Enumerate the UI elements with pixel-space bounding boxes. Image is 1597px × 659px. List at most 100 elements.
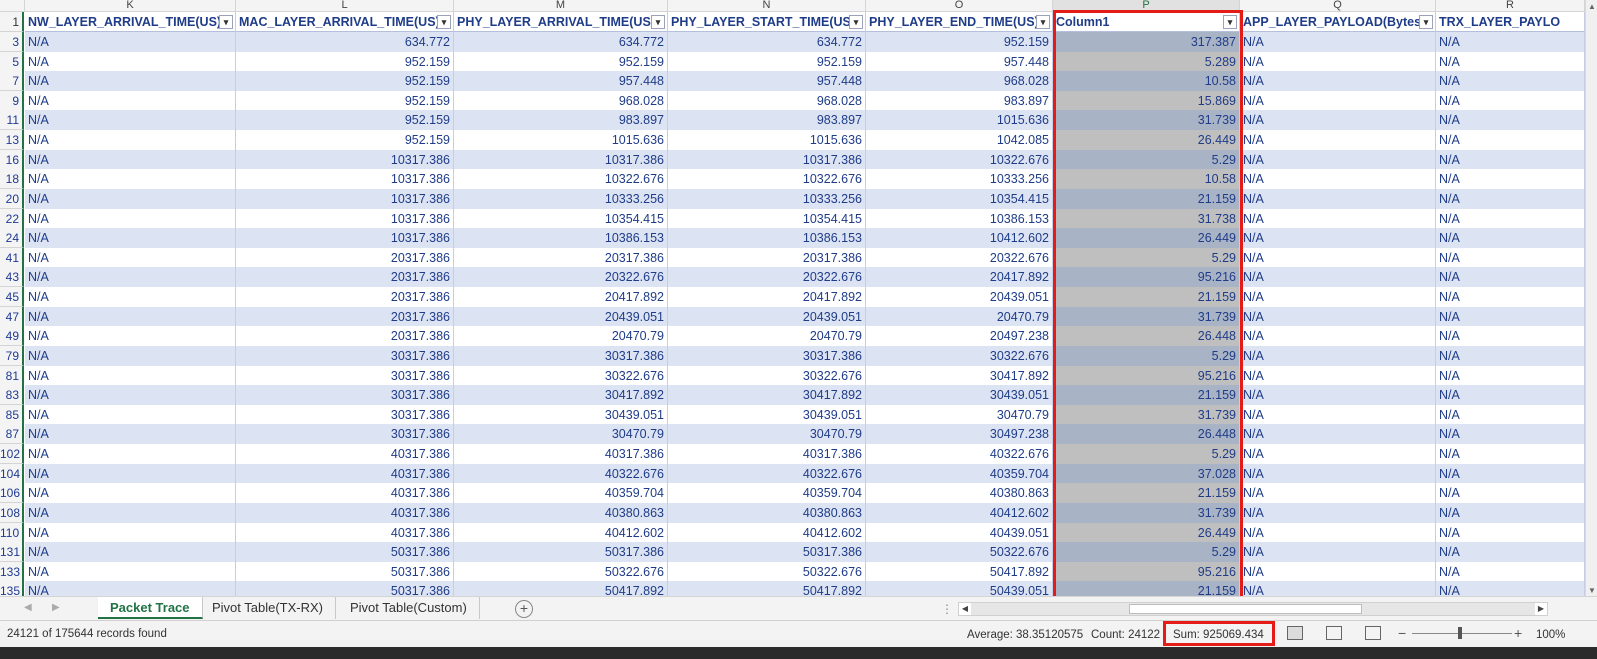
table-cell[interactable]: 20317.386 <box>236 247 454 268</box>
table-cell[interactable]: 10354.415 <box>668 208 866 229</box>
table-cell[interactable]: N/A <box>1240 483 1436 504</box>
table-cell[interactable]: 317.387 <box>1053 32 1240 52</box>
column-header-l[interactable]: MAC_LAYER_ARRIVAL_TIME(US) ▾ <box>236 12 454 32</box>
table-cell[interactable]: N/A <box>25 188 236 209</box>
filter-dropdown-icon[interactable]: ▾ <box>849 15 863 29</box>
table-cell[interactable]: 968.028 <box>866 71 1053 92</box>
table-cell[interactable]: N/A <box>1436 51 1585 72</box>
table-cell[interactable]: N/A <box>1436 502 1585 523</box>
column-letter-p[interactable]: P <box>1053 0 1240 12</box>
table-cell[interactable]: N/A <box>1240 188 1436 209</box>
status-average[interactable]: Average: 38.35120575 <box>967 629 1083 641</box>
tab-next-icon[interactable]: ▶ <box>52 602 60 613</box>
row-number[interactable]: 106 <box>0 483 24 504</box>
table-cell[interactable]: N/A <box>25 463 236 484</box>
table-cell[interactable]: 50317.386 <box>454 542 668 563</box>
filter-dropdown-icon[interactable]: ▾ <box>1036 15 1050 29</box>
row-number[interactable]: 45 <box>0 287 24 308</box>
table-cell[interactable]: 5.29 <box>1053 345 1240 366</box>
table-cell[interactable]: 40322.676 <box>668 463 866 484</box>
table-cell[interactable]: N/A <box>1436 522 1585 543</box>
row-number[interactable]: 83 <box>0 385 24 406</box>
table-cell[interactable]: 5.29 <box>1053 444 1240 465</box>
table-cell[interactable]: 10317.386 <box>668 149 866 170</box>
table-cell[interactable]: N/A <box>1240 385 1436 406</box>
table-cell[interactable]: 952.159 <box>236 71 454 92</box>
table-cell[interactable]: 983.897 <box>454 110 668 131</box>
table-cell[interactable]: 50317.386 <box>668 542 866 563</box>
row-number[interactable]: 16 <box>0 149 24 170</box>
status-sum[interactable]: Sum: 925069.434 <box>1173 629 1264 641</box>
table-cell[interactable]: N/A <box>1436 404 1585 425</box>
row-number[interactable]: 3 <box>0 32 24 52</box>
table-cell[interactable]: 30317.386 <box>236 345 454 366</box>
table-cell[interactable]: 10.58 <box>1053 169 1240 190</box>
table-cell[interactable]: 10317.386 <box>236 188 454 209</box>
table-cell[interactable]: 20317.386 <box>668 247 866 268</box>
table-cell[interactable]: N/A <box>1240 169 1436 190</box>
table-cell[interactable]: 40359.704 <box>454 483 668 504</box>
table-cell[interactable]: N/A <box>1240 247 1436 268</box>
table-cell[interactable]: 20439.051 <box>866 287 1053 308</box>
table-cell[interactable]: 20439.051 <box>668 306 866 327</box>
table-cell[interactable]: 30470.79 <box>866 404 1053 425</box>
table-cell[interactable]: 95.216 <box>1053 365 1240 386</box>
table-cell[interactable]: 40439.051 <box>866 522 1053 543</box>
table-cell[interactable]: 5.29 <box>1053 542 1240 563</box>
table-cell[interactable]: 20317.386 <box>236 306 454 327</box>
row-number[interactable]: 7 <box>0 71 24 92</box>
table-cell[interactable]: 634.772 <box>236 32 454 52</box>
table-cell[interactable]: N/A <box>25 444 236 465</box>
table-cell[interactable]: N/A <box>1436 561 1585 582</box>
status-count[interactable]: Count: 24122 <box>1091 629 1160 641</box>
table-cell[interactable]: 10333.256 <box>668 188 866 209</box>
scroll-right-icon[interactable]: ▶ <box>1535 603 1547 615</box>
table-cell[interactable]: 30417.892 <box>866 365 1053 386</box>
table-cell[interactable]: 20470.79 <box>866 306 1053 327</box>
table-cell[interactable]: 20497.238 <box>866 326 1053 347</box>
table-cell[interactable]: N/A <box>25 149 236 170</box>
table-cell[interactable]: N/A <box>1436 463 1585 484</box>
table-cell[interactable]: 21.159 <box>1053 385 1240 406</box>
row-number[interactable]: 11 <box>0 110 24 131</box>
table-cell[interactable]: N/A <box>1436 365 1585 386</box>
table-cell[interactable]: 10322.676 <box>668 169 866 190</box>
row-number[interactable]: 9 <box>0 90 24 111</box>
table-cell[interactable]: 20417.892 <box>866 267 1053 288</box>
table-cell[interactable]: 30322.676 <box>866 345 1053 366</box>
table-cell[interactable]: 50317.386 <box>236 542 454 563</box>
table-cell[interactable]: 40317.386 <box>454 444 668 465</box>
table-cell[interactable]: N/A <box>1436 32 1585 52</box>
table-cell[interactable]: 40322.676 <box>454 463 668 484</box>
table-cell[interactable]: N/A <box>1240 51 1436 72</box>
table-cell[interactable]: 20322.676 <box>454 267 668 288</box>
table-cell[interactable]: 952.159 <box>236 110 454 131</box>
table-cell[interactable]: 952.159 <box>866 32 1053 52</box>
table-cell[interactable]: N/A <box>25 502 236 523</box>
select-all-corner[interactable] <box>0 0 25 12</box>
scroll-thumb[interactable] <box>1129 604 1362 614</box>
table-cell[interactable]: N/A <box>25 326 236 347</box>
row-number[interactable]: 43 <box>0 267 24 288</box>
zoom-out-icon[interactable]: − <box>1398 625 1406 641</box>
table-cell[interactable]: 952.159 <box>668 51 866 72</box>
table-cell[interactable]: N/A <box>1436 228 1585 249</box>
row-number[interactable]: 108 <box>0 502 24 523</box>
table-cell[interactable]: N/A <box>1240 130 1436 151</box>
table-cell[interactable]: 957.448 <box>668 71 866 92</box>
column-header-m[interactable]: PHY_LAYER_ARRIVAL_TIME(US) ▾ <box>454 12 668 32</box>
table-cell[interactable]: N/A <box>1240 110 1436 131</box>
row-number[interactable]: 79 <box>0 345 24 366</box>
table-cell[interactable]: 1015.636 <box>668 130 866 151</box>
worksheet-grid[interactable]: KLMNOPQR 1 NW_LAYER_ARRIVAL_TIME(US) ▾ MAC_… <box>0 0 1585 605</box>
table-cell[interactable]: N/A <box>1240 542 1436 563</box>
table-cell[interactable]: 957.448 <box>454 71 668 92</box>
table-cell[interactable]: 30317.386 <box>236 385 454 406</box>
table-cell[interactable]: 20470.79 <box>668 326 866 347</box>
table-cell[interactable]: 10354.415 <box>454 208 668 229</box>
column-letter-r[interactable]: R <box>1436 0 1585 12</box>
row-number[interactable]: 104 <box>0 463 24 484</box>
table-cell[interactable]: N/A <box>1436 326 1585 347</box>
table-cell[interactable]: 634.772 <box>454 32 668 52</box>
table-cell[interactable]: 95.216 <box>1053 561 1240 582</box>
